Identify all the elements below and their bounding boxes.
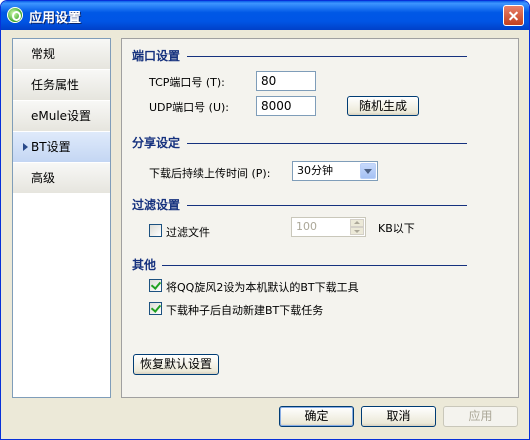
nav-item-label: 高级 — [31, 171, 56, 185]
group-divider — [187, 205, 467, 206]
upload-time-select[interactable]: 30分钟 — [292, 161, 378, 181]
random-generate-button[interactable]: 随机生成 — [347, 96, 419, 116]
udp-port-label: UDP端口号 (U): — [149, 101, 229, 114]
default-bt-tool-checkbox[interactable] — [149, 279, 162, 292]
filter-size-unit: KB以下 — [378, 222, 415, 235]
nav-item-label: BT设置 — [31, 140, 71, 154]
nav-item-emule[interactable]: eMule设置 — [13, 101, 110, 132]
default-bt-tool-label: 将QQ旋风2设为本机默认的BT下载工具 — [166, 281, 359, 294]
nav-item-bt[interactable]: BT设置 — [13, 132, 110, 163]
bt-settings-panel: 端口设置 TCP端口号 (T): 80 UDP端口号 (U): 8000 随机生… — [121, 38, 519, 398]
restore-defaults-button[interactable]: 恢复默认设置 — [133, 354, 219, 375]
tcp-port-input[interactable]: 80 — [256, 71, 316, 91]
nav-item-advanced[interactable]: 高级 — [13, 163, 110, 194]
window-title: 应用设置 — [29, 11, 82, 26]
share-group-title: 分享设定 — [132, 136, 181, 150]
filter-files-label: 过滤文件 — [166, 226, 210, 239]
apply-button[interactable]: 应用 — [443, 406, 518, 427]
spin-down-icon[interactable] — [350, 227, 364, 235]
upload-time-label: 下载后持续上传时间 (P): — [149, 167, 271, 180]
close-button[interactable] — [503, 5, 524, 26]
group-divider — [187, 56, 467, 57]
auto-new-task-label: 下载种子后自动新建BT下载任务 — [166, 304, 324, 317]
filter-size-value: 100 — [296, 220, 317, 233]
qq-whirlwind-app-icon — [7, 7, 23, 23]
nav-item-task-properties[interactable]: 任务属性 — [13, 70, 110, 101]
auto-new-task-checkbox[interactable] — [149, 302, 162, 315]
group-divider — [187, 143, 467, 144]
udp-port-input[interactable]: 8000 — [256, 96, 316, 116]
selected-arrow-icon — [23, 143, 28, 151]
nav-item-label: eMule设置 — [31, 109, 92, 123]
filter-size-spinner[interactable]: 100 — [291, 217, 366, 237]
cancel-button[interactable]: 取消 — [361, 406, 436, 427]
ports-group-title: 端口设置 — [132, 49, 181, 63]
settings-window: 应用设置 常规 任务属性 eMule设置 BT设置 高级 端口设置 TCP端口号… — [0, 0, 530, 440]
spin-up-icon[interactable] — [350, 219, 364, 227]
chevron-down-icon[interactable] — [360, 163, 376, 179]
ok-button[interactable]: 确定 — [279, 406, 354, 427]
title-bar[interactable]: 应用设置 — [1, 1, 529, 30]
filter-group-title: 过滤设置 — [132, 198, 181, 212]
tcp-port-label: TCP端口号 (T): — [149, 76, 225, 89]
settings-nav: 常规 任务属性 eMule设置 BT设置 高级 — [12, 38, 111, 398]
filter-files-checkbox[interactable] — [149, 224, 162, 237]
group-divider — [162, 265, 467, 266]
upload-time-value: 30分钟 — [297, 164, 333, 177]
nav-item-general[interactable]: 常规 — [13, 39, 110, 70]
nav-item-label: 任务属性 — [31, 78, 80, 92]
nav-item-label: 常规 — [31, 47, 56, 61]
other-group-title: 其他 — [132, 258, 157, 272]
